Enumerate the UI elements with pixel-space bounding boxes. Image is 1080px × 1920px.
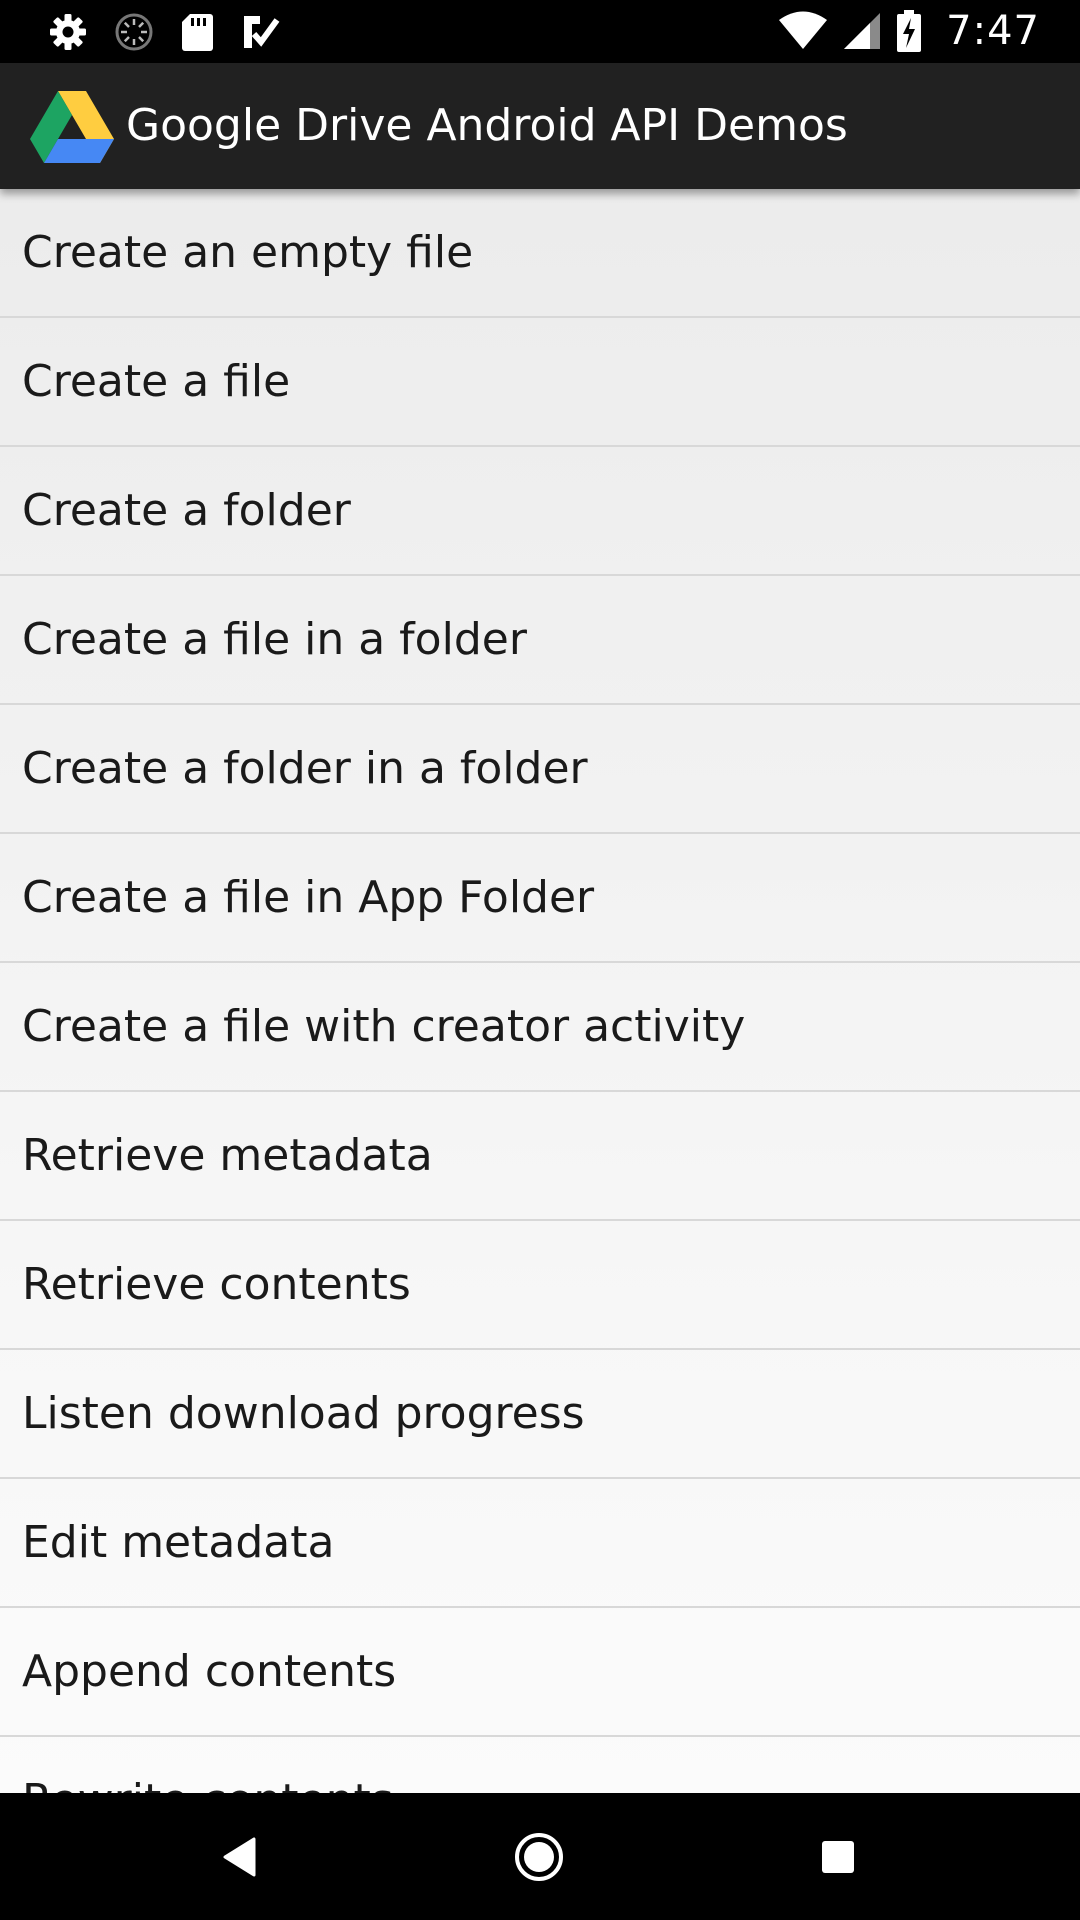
notification-icons (48, 10, 280, 54)
list-item-label: Create a file with creator activity (22, 1001, 746, 1052)
list-item-label: Retrieve contents (22, 1259, 411, 1310)
system-status: 7:47 (778, 8, 1040, 54)
list-item[interactable]: Create a file (0, 318, 1080, 447)
list-item[interactable]: Create a file with creator activity (0, 963, 1080, 1092)
wifi-icon (779, 11, 828, 49)
list-item[interactable]: Listen download progress (0, 1350, 1080, 1479)
list-item[interactable]: Retrieve contents (0, 1221, 1080, 1350)
list-item[interactable]: Create an empty file (0, 189, 1080, 318)
list-item-label: Create an empty file (22, 227, 474, 278)
google-drive-logo-icon (30, 91, 114, 163)
status-bar: 7:47 (0, 0, 1080, 63)
battery-charging-icon (897, 10, 922, 52)
list-item[interactable]: Create a file in a folder (0, 576, 1080, 705)
app-bar: Google Drive Android API Demos (0, 63, 1080, 189)
list-item-label: Create a folder (22, 485, 351, 536)
app-title: Google Drive Android API Demos (126, 100, 848, 151)
list-item-label: Append contents (22, 1646, 397, 1697)
list-item[interactable]: Append contents (0, 1608, 1080, 1737)
list-item[interactable]: Edit metadata (0, 1479, 1080, 1608)
list-item-label: Create a file in App Folder (22, 872, 595, 923)
list-item[interactable]: Create a file in App Folder (0, 834, 1080, 963)
home-icon (515, 1833, 563, 1881)
recents-button[interactable] (802, 1821, 874, 1893)
list-item-label: Create a file (22, 356, 291, 407)
list-item-label: Rewrite contents (22, 1737, 394, 1793)
list-item[interactable]: Create a folder (0, 447, 1080, 576)
status-clock: 7:47 (946, 8, 1040, 54)
settings-icon (50, 14, 86, 50)
list-item-label: Create a file in a folder (22, 614, 527, 665)
back-button[interactable] (204, 1821, 276, 1893)
list-item[interactable]: Rewrite contents (0, 1737, 1080, 1793)
navigation-bar (0, 1793, 1080, 1920)
screen: 7:47 Google Drive Android API Demos Crea… (0, 0, 1080, 1920)
demo-list: Create an empty file Create a file Creat… (0, 189, 1080, 1793)
checklist-icon (244, 16, 280, 48)
home-button[interactable] (503, 1821, 575, 1893)
sync-spinner-icon (115, 13, 153, 51)
list-item-label: Retrieve metadata (22, 1130, 433, 1181)
sd-card-icon (182, 14, 213, 51)
list-item[interactable]: Retrieve metadata (0, 1092, 1080, 1221)
back-icon (223, 1837, 256, 1877)
list-item-label: Listen download progress (22, 1388, 585, 1439)
list-item-label: Create a folder in a folder (22, 743, 588, 794)
list-item[interactable]: Create a folder in a folder (0, 705, 1080, 834)
recents-icon (822, 1841, 854, 1873)
list-item-label: Edit metadata (22, 1517, 335, 1568)
cell-signal-icon (844, 13, 881, 49)
